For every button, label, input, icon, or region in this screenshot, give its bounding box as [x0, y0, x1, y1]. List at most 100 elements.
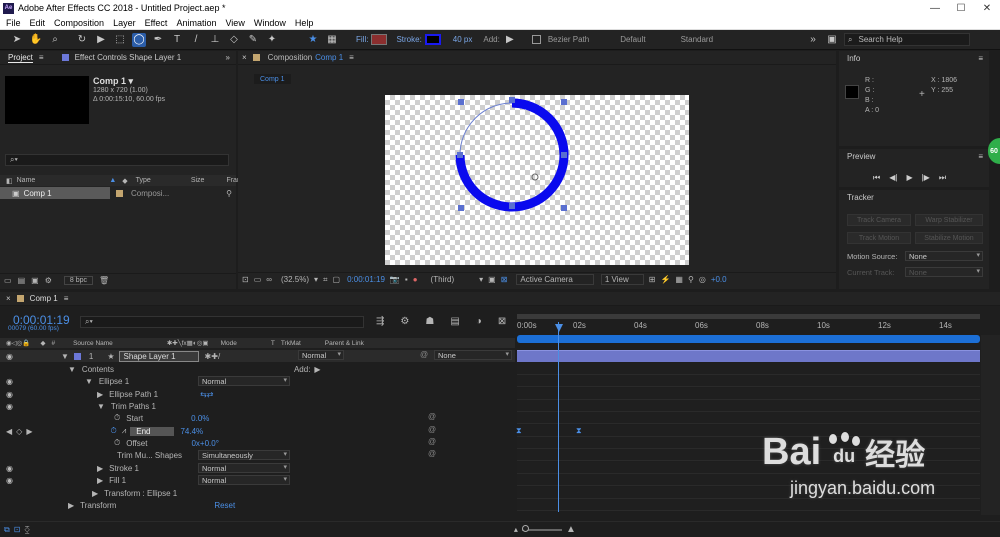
timeline-search-input[interactable]: ⌕▾ — [80, 316, 364, 328]
close-tab-icon[interactable]: × — [6, 294, 11, 303]
collapsed-arrow-icon[interactable]: ▶ — [68, 501, 74, 510]
collapsed-arrow-icon[interactable]: ▶ — [97, 476, 103, 485]
ellipse-tool-icon[interactable]: ◯ — [132, 32, 146, 47]
panel-overflow-icon[interactable]: » — [226, 53, 230, 62]
visibility-eye-icon[interactable]: ◉ — [6, 476, 13, 485]
zoom-tool-icon[interactable]: ⌕ — [48, 33, 62, 47]
warp-stabilizer-button[interactable]: Warp Stabilizer — [915, 214, 983, 226]
comp-viewer[interactable] — [385, 95, 689, 265]
collapsed-arrow-icon[interactable]: ▶ — [92, 489, 98, 498]
new-folder-icon[interactable]: ▤ — [18, 276, 26, 285]
layer-switch-icons[interactable]: ✱✚/ — [205, 352, 221, 361]
always-preview-icon[interactable]: ⊡ — [242, 275, 249, 284]
menu-effect[interactable]: Effect — [145, 18, 168, 28]
ellipse-mode-dropdown[interactable]: Normal — [198, 376, 290, 386]
stopwatch-icon[interactable]: ⏱ — [114, 438, 120, 448]
settings-icon[interactable]: ⚙ — [45, 276, 52, 285]
reset-link[interactable]: Reset — [214, 501, 235, 510]
monitor-icon[interactable]: ▭ — [254, 275, 262, 284]
menu-view[interactable]: View — [225, 18, 244, 28]
comp-timecode[interactable]: 0:00:01:19 — [347, 275, 385, 284]
zoom-in-mountain-icon[interactable]: ▲ — [566, 524, 576, 535]
close-tab-icon[interactable]: × — [242, 53, 247, 62]
timeline-tab[interactable]: Comp 1 — [30, 294, 58, 303]
expand-arrow-icon[interactable]: ▼ — [68, 365, 76, 374]
add-menu-icon[interactable]: ▶ — [314, 365, 320, 374]
exposure-icon[interactable]: ◎ — [699, 275, 706, 284]
camera-tool-icon[interactable]: ▶ — [94, 33, 108, 47]
close-button[interactable]: ✕ — [974, 0, 1000, 16]
layer-mode-dropdown[interactable]: Normal — [298, 350, 344, 360]
pan-behind-tool-icon[interactable]: ⬚ — [113, 33, 127, 47]
start-row[interactable]: ⏱ Start 0.0% — [0, 412, 515, 424]
duration-toggle-icon[interactable]: ⧰ — [24, 525, 30, 535]
parent-dropdown[interactable]: None — [434, 350, 512, 360]
mask-visibility-icon[interactable]: ∞ — [266, 275, 272, 284]
prev-frame-icon[interactable]: ◀| — [889, 173, 897, 183]
search-help-field[interactable]: ⌕ Search Help — [844, 33, 971, 46]
transparency-grid-icon[interactable]: ⊠ — [501, 275, 508, 284]
expression-icon[interactable]: @ — [428, 449, 436, 458]
keyframe-end-icon[interactable]: ⧗ — [576, 426, 582, 436]
path-vertex-left[interactable] — [457, 152, 463, 158]
visibility-eye-icon[interactable]: ◉ — [6, 402, 13, 411]
comp-subtab[interactable]: Comp 1 — [254, 74, 291, 84]
bbox-handle-tr[interactable] — [561, 99, 567, 105]
ellipse-path-row[interactable]: ◉ ▶ Ellipse Path 1 ⇆⇄ — [0, 388, 515, 400]
expression-icon[interactable]: @ — [428, 437, 436, 446]
layer-name[interactable]: Shape Layer 1 — [118, 350, 199, 362]
layer-switches-toggle-icon[interactable]: ⧉ — [4, 525, 10, 535]
region-icon[interactable]: ▢ — [333, 275, 341, 284]
maximize-button[interactable]: ☐ — [948, 0, 974, 16]
trim-paths-row[interactable]: ◉ ▼ Trim Paths 1 — [0, 400, 515, 412]
stroke-color-swatch[interactable] — [424, 34, 441, 45]
end-value[interactable]: 74.4% — [180, 427, 203, 436]
track-motion-button[interactable]: Track Motion — [847, 232, 911, 244]
first-frame-icon[interactable]: ⏮ — [873, 173, 880, 183]
new-comp-icon[interactable]: ▣ — [31, 276, 39, 285]
label-color-icon[interactable] — [73, 352, 81, 360]
pen-tool-icon[interactable]: ✒ — [151, 33, 165, 47]
star-shape-icon[interactable]: ★ — [306, 33, 320, 47]
bbox-handle-bl[interactable] — [458, 205, 464, 211]
comp-name[interactable]: Comp 1 ▾ — [93, 76, 133, 87]
grid-toggle-icon[interactable]: ⌗ — [323, 275, 328, 285]
brush-tool-icon[interactable]: / — [189, 33, 203, 47]
stopwatch-active-icon[interactable]: ⏱ — [110, 426, 116, 436]
zoom-dropdown[interactable]: (32.5%) — [281, 275, 309, 284]
frame-blending-icon[interactable]: ▤ — [450, 316, 459, 327]
col-source-name[interactable]: Source Name — [73, 340, 113, 347]
col-size[interactable]: Size — [191, 177, 205, 184]
timeline-scrollbar[interactable] — [981, 335, 1000, 515]
keyframe-start-icon[interactable]: ⧗ — [516, 426, 522, 436]
trim-multiple-dropdown[interactable]: Simultaneously — [198, 450, 290, 460]
info-menu-icon[interactable]: ≡ — [978, 54, 983, 63]
collapsed-arrow-icon[interactable]: ▶ — [97, 390, 103, 399]
workspace-standard[interactable]: Standard — [681, 35, 713, 44]
show-snapshot-icon[interactable]: ▪ — [405, 275, 408, 284]
stabilize-motion-button[interactable]: Stabilize Motion — [915, 232, 983, 244]
col-type[interactable]: Type — [136, 177, 151, 184]
clone-stamp-tool-icon[interactable]: ⊥ — [208, 33, 222, 47]
expression-icon[interactable]: @ — [428, 425, 436, 434]
comp-tab-name[interactable]: Comp 1 — [315, 53, 343, 62]
bbox-handle-tl[interactable] — [458, 99, 464, 105]
play-icon[interactable]: ▶ — [906, 173, 912, 183]
motion-blur-icon[interactable]: ◑ — [476, 316, 482, 327]
exposure-value[interactable]: +0.0 — [711, 275, 727, 284]
project-menu-icon[interactable]: ≡ — [39, 53, 44, 62]
transform-row[interactable]: ▶ Transform Reset — [0, 499, 515, 511]
prev-keyframe-icon[interactable]: ◀ — [6, 427, 12, 436]
graph-editor-icon[interactable]: ⊠ — [498, 316, 506, 327]
delete-icon[interactable]: 🗑 — [99, 276, 109, 285]
interpret-footage-icon[interactable]: ▭ — [4, 276, 12, 285]
track-camera-button[interactable]: Track Camera — [847, 214, 911, 226]
motion-source-dropdown[interactable]: None — [905, 251, 983, 261]
expand-arrow-icon[interactable]: ▼ — [61, 352, 69, 361]
playhead-line[interactable] — [558, 322, 559, 512]
menu-edit[interactable]: Edit — [30, 18, 46, 28]
preview-menu-icon[interactable]: ≡ — [978, 152, 983, 161]
comp-mini-flowchart-icon[interactable]: ⇶ — [376, 316, 384, 327]
layer-duration-bar[interactable] — [517, 350, 980, 362]
menu-animation[interactable]: Animation — [176, 18, 216, 28]
